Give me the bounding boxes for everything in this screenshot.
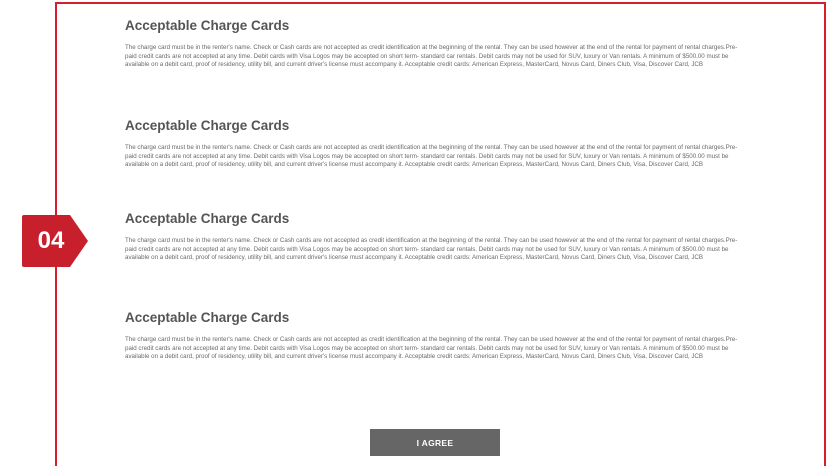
agree-button[interactable]: I AGREE (370, 429, 500, 456)
terms-panel: Acceptable Charge Cards The charge card … (55, 2, 826, 466)
terms-section: Acceptable Charge Cards The charge card … (125, 310, 745, 362)
section-body: The charge card must be in the renter's … (125, 237, 738, 262)
step-badge: 04 (22, 215, 88, 267)
section-title: Acceptable Charge Cards (125, 118, 290, 133)
agreement-page: Acceptable Charge Cards The charge card … (0, 0, 839, 466)
section-body: The charge card must be in the renter's … (125, 144, 738, 169)
step-number: 04 (37, 227, 65, 254)
section-title: Acceptable Charge Cards (125, 211, 290, 226)
section-body: The charge card must be in the renter's … (125, 336, 738, 361)
section-body: The charge card must be in the renter's … (125, 44, 738, 69)
terms-section: Acceptable Charge Cards The charge card … (125, 211, 745, 263)
terms-section: Acceptable Charge Cards The charge card … (125, 18, 745, 70)
section-title: Acceptable Charge Cards (125, 18, 290, 33)
section-title: Acceptable Charge Cards (125, 310, 290, 325)
terms-section: Acceptable Charge Cards The charge card … (125, 118, 745, 170)
